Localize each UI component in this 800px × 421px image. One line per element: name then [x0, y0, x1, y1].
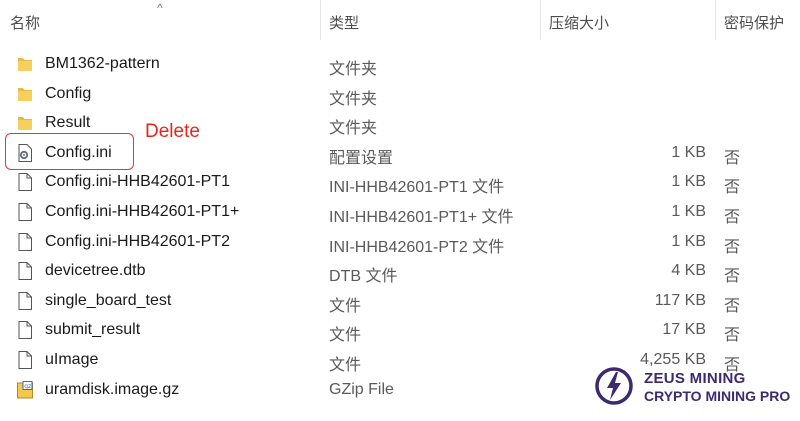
folder-icon — [17, 85, 33, 103]
file-row[interactable]: BM1362-pattern 文件夹 — [0, 50, 800, 79]
file-name: Config.ini-HHB42601-PT2 — [45, 232, 230, 250]
file-icon — [17, 232, 33, 251]
file-name: uImage — [45, 351, 99, 368]
file-icon — [17, 351, 33, 369]
file-type: 文件 — [329, 327, 362, 345]
file-type: GZip File — [329, 380, 394, 398]
file-row[interactable]: devicetree.dtb DTB 文件 4 KB 否 — [0, 257, 800, 286]
column-divider[interactable] — [715, 0, 716, 40]
file-size: 1 KB — [671, 203, 706, 220]
file-row[interactable]: submit_result 文件 17 KB 否 — [0, 316, 800, 345]
file-icon — [17, 321, 33, 340]
file-type: 配置设置 — [329, 149, 394, 167]
column-protected-header[interactable]: 密码保护 — [724, 12, 784, 33]
file-password-protected: 否 — [724, 209, 741, 226]
file-type: 文件夹 — [329, 61, 378, 78]
file-password-protected: 否 — [724, 179, 741, 197]
file-icon — [17, 203, 33, 221]
file-password-protected: 否 — [724, 297, 741, 315]
folder-icon — [17, 55, 33, 73]
column-type-header[interactable]: 类型 — [329, 12, 359, 33]
column-name-header[interactable]: 名称 — [10, 12, 40, 33]
column-divider[interactable] — [540, 0, 541, 40]
file-type: DTB 文件 — [329, 268, 398, 286]
file-name: uramdisk.image.gz — [45, 380, 180, 398]
file-type: INI-HHB42601-PT2 文件 — [329, 238, 505, 256]
file-row[interactable]: Config.ini-HHB42601-PT1 INI-HHB42601-PT1 … — [0, 168, 800, 197]
file-name: Config — [45, 84, 92, 102]
zeus-logo-icon — [595, 367, 633, 405]
file-name: BM1362-pattern — [45, 55, 160, 72]
file-name: submit_result — [45, 321, 141, 339]
file-size: 117 KB — [654, 291, 706, 309]
file-size: 1 KB — [671, 232, 706, 250]
delete-annotation: Delete — [145, 121, 200, 142]
file-icon — [17, 291, 33, 310]
file-row[interactable]: single_board_test 文件 117 KB 否 — [0, 287, 800, 316]
gzip-archive-icon: gz — [17, 380, 33, 399]
file-type: 文件 — [329, 297, 362, 315]
column-divider[interactable] — [320, 0, 321, 40]
file-type: 文件夹 — [329, 120, 378, 138]
file-row[interactable]: Config.ini-HHB42601-PT2 INI-HHB42601-PT2 … — [0, 228, 800, 257]
file-name: single_board_test — [45, 291, 172, 309]
sort-ascending-icon: ^ — [157, 1, 163, 15]
file-name: Config.ini-HHB42601-PT1+ — [45, 203, 240, 220]
file-password-protected: 否 — [724, 327, 741, 345]
file-name: Config.ini-HHB42601-PT1 — [45, 173, 230, 191]
file-size: 4 KB — [671, 262, 706, 280]
file-type: 文件 — [329, 357, 362, 374]
file-password-protected: 否 — [724, 238, 741, 256]
file-type: INI-HHB42601-PT1 文件 — [329, 179, 505, 197]
file-size: 1 KB — [671, 143, 706, 161]
file-type: INI-HHB42601-PT1+ 文件 — [329, 209, 514, 226]
column-header: 名称 ^ 类型 压缩大小 密码保护 — [0, 0, 800, 40]
file-name: devicetree.dtb — [45, 262, 146, 280]
file-size: 1 KB — [671, 173, 706, 191]
file-name: Result — [45, 114, 91, 132]
file-password-protected: 否 — [724, 149, 741, 167]
file-icon — [17, 173, 33, 192]
file-type: 文件夹 — [329, 90, 378, 108]
file-row[interactable]: Config 文件夹 — [0, 80, 800, 109]
watermark-title: ZEUS MINING — [644, 370, 746, 387]
file-icon — [17, 262, 33, 281]
svg-text:gz: gz — [24, 383, 31, 390]
watermark: ZEUS MINING CRYPTO MINING PRO — [592, 364, 792, 414]
file-row[interactable]: Config.ini-HHB42601-PT1+ INI-HHB42601-PT1… — [0, 198, 800, 227]
file-size: 17 KB — [662, 321, 706, 339]
column-size-header[interactable]: 压缩大小 — [549, 12, 609, 33]
watermark-subtitle: CRYPTO MINING PRO — [644, 388, 791, 404]
highlight-box — [5, 133, 134, 170]
folder-icon — [17, 114, 33, 132]
file-password-protected: 否 — [724, 268, 741, 286]
